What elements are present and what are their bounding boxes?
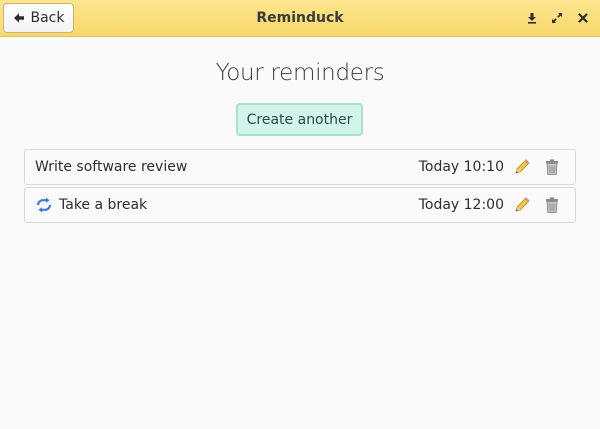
back-button[interactable]: Back xyxy=(3,3,74,33)
edit-button[interactable] xyxy=(513,196,531,214)
close-button[interactable] xyxy=(574,9,592,27)
edit-button[interactable] xyxy=(513,158,531,176)
repeat-icon xyxy=(36,197,52,213)
window-title: Reminduck xyxy=(256,10,344,26)
download-button[interactable] xyxy=(523,9,541,27)
reminder-title: Write software review xyxy=(35,159,188,175)
create-another-button[interactable]: Create another xyxy=(236,103,363,136)
back-label: Back xyxy=(30,10,65,26)
delete-button[interactable] xyxy=(543,158,561,176)
pencil-icon xyxy=(515,197,530,212)
reminder-row[interactable]: Write software review Today 10:10 xyxy=(24,149,576,185)
reminder-time: Today 10:10 xyxy=(418,159,504,175)
header-bar: Back Reminduck xyxy=(0,0,600,37)
pencil-icon xyxy=(515,159,530,174)
maximize-button[interactable] xyxy=(548,9,566,27)
close-icon xyxy=(578,13,588,23)
reminder-row[interactable]: Take a break Today 12:00 xyxy=(24,187,576,223)
delete-button[interactable] xyxy=(543,196,561,214)
maximize-icon xyxy=(552,13,562,23)
app-window: Back Reminduck Your reminders Create ano… xyxy=(0,0,600,429)
arrow-left-icon xyxy=(13,13,24,23)
reminder-title: Take a break xyxy=(59,197,148,213)
reminder-time: Today 12:00 xyxy=(418,197,504,213)
trash-icon xyxy=(546,197,558,213)
page-title: Your reminders xyxy=(215,60,385,86)
trash-icon xyxy=(546,159,558,175)
download-icon xyxy=(528,13,536,24)
reminders-list: Write software review Today 10:10 Take a… xyxy=(24,149,576,225)
